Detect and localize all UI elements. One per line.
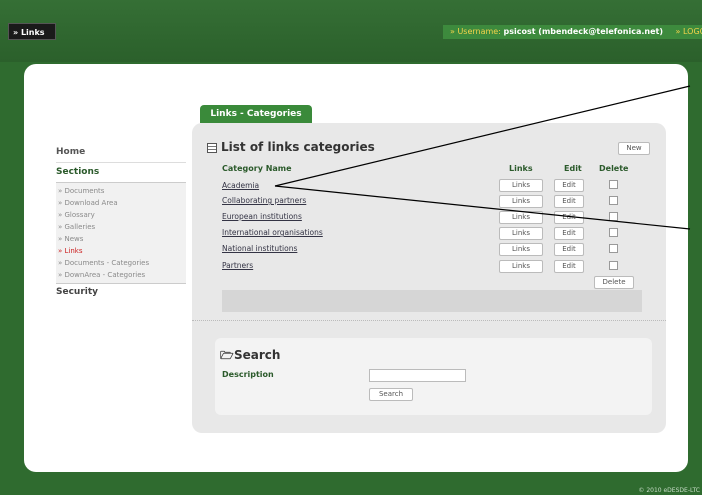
username-label: » Username: xyxy=(450,27,501,36)
delete-checkbox[interactable] xyxy=(609,212,618,221)
search-title: Search xyxy=(234,348,281,362)
column-header-links: Links xyxy=(509,164,533,173)
edit-button[interactable]: Edit xyxy=(554,211,584,224)
copyright-text: © 2010 eDESDE-LTC xyxy=(638,487,700,494)
user-bar: » Username: psicost (mbendeck@telefonica… xyxy=(443,25,702,39)
sidebar-item-documents[interactable]: » Documents xyxy=(56,185,186,197)
column-header-edit: Edit xyxy=(564,164,582,173)
delete-checkbox[interactable] xyxy=(609,244,618,253)
list-icon xyxy=(207,142,217,153)
links-button[interactable]: Links xyxy=(499,243,543,256)
new-button[interactable]: New xyxy=(618,142,650,155)
description-label: Description xyxy=(222,370,274,379)
list-footer-bar xyxy=(222,290,642,312)
sidebar-security[interactable]: Security xyxy=(56,284,186,297)
sidebar-item-news[interactable]: » News xyxy=(56,233,186,245)
description-input[interactable] xyxy=(369,369,466,382)
tab-links-categories[interactable]: Links - Categories xyxy=(200,105,312,123)
bottom-bar xyxy=(0,472,702,495)
edit-button[interactable]: Edit xyxy=(554,243,584,256)
category-link-national-institutions[interactable]: National institutions xyxy=(222,244,297,253)
sidebar-item-glossary[interactable]: » Glossary xyxy=(56,209,186,221)
links-button[interactable]: Links xyxy=(499,227,543,240)
delete-button[interactable]: Delete xyxy=(594,276,634,289)
links-section-tab[interactable]: » Links xyxy=(8,23,56,40)
folder-search-icon: 🗁 xyxy=(220,349,234,362)
links-button[interactable]: Links xyxy=(499,195,543,208)
links-button[interactable]: Links xyxy=(499,179,543,192)
edit-button[interactable]: Edit xyxy=(554,260,584,273)
search-heading: 🗁Search xyxy=(220,347,280,366)
sidebar-item-downarea-categories[interactable]: » DownArea - Categories xyxy=(56,269,186,281)
category-link-collaborating-partners[interactable]: Collaborating partners xyxy=(222,196,306,205)
category-link-international-organisations[interactable]: International organisations xyxy=(222,228,323,237)
sidebar-item-links[interactable]: » Links xyxy=(56,245,186,257)
sidebar-section-list: » Documents » Download Area » Glossary »… xyxy=(56,183,186,284)
column-header-delete: Delete xyxy=(599,164,629,173)
delete-checkbox[interactable] xyxy=(609,196,618,205)
sidebar-item-documents-categories[interactable]: » Documents - Categories xyxy=(56,257,186,269)
sidebar-sections-heading: Sections xyxy=(56,165,186,183)
edit-button[interactable]: Edit xyxy=(554,195,584,208)
logout-link[interactable]: » LOGOUT xyxy=(676,27,702,36)
category-link-academia[interactable]: Academia xyxy=(222,181,259,190)
delete-checkbox[interactable] xyxy=(609,180,618,189)
section-divider xyxy=(192,320,666,321)
search-button[interactable]: Search xyxy=(369,388,413,401)
username-value: psicost (mbendeck@telefonica.net) xyxy=(503,27,663,36)
edit-button[interactable]: Edit xyxy=(554,179,584,192)
list-title: List of links categories xyxy=(221,140,375,154)
column-header-name: Category Name xyxy=(222,164,292,173)
sidebar-item-download-area[interactable]: » Download Area xyxy=(56,197,186,209)
sidebar-item-galleries[interactable]: » Galleries xyxy=(56,221,186,233)
delete-checkbox[interactable] xyxy=(609,261,618,270)
sidebar: Home Sections » Documents » Download Are… xyxy=(56,145,186,297)
sidebar-home[interactable]: Home xyxy=(56,145,186,163)
category-link-partners[interactable]: Partners xyxy=(222,261,253,270)
category-link-european-institutions[interactable]: European institutions xyxy=(222,212,302,221)
delete-checkbox[interactable] xyxy=(609,228,618,237)
edit-button[interactable]: Edit xyxy=(554,227,584,240)
links-button[interactable]: Links xyxy=(499,211,543,224)
links-button[interactable]: Links xyxy=(499,260,543,273)
list-heading: List of links categories xyxy=(207,140,375,154)
